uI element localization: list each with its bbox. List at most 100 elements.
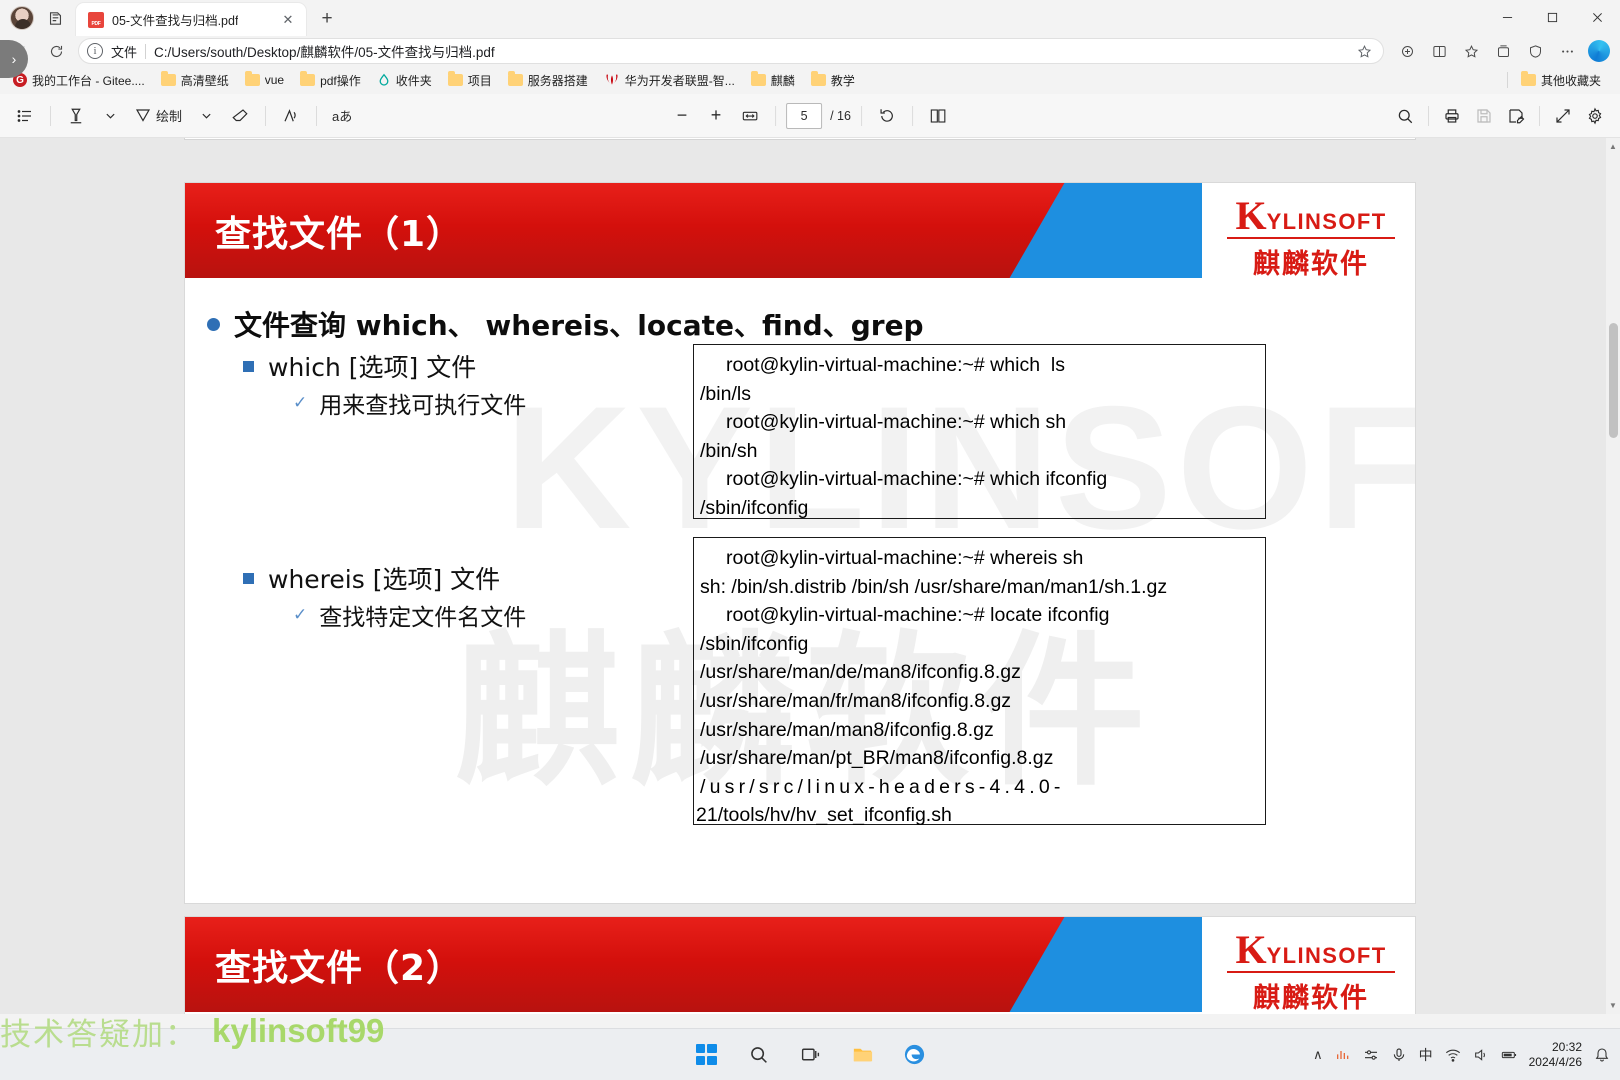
pdf-icon [88, 11, 104, 28]
settings-icon[interactable] [1580, 101, 1610, 131]
bookmark-item[interactable]: 收件夹 [370, 69, 439, 92]
file-explorer-button[interactable] [843, 1036, 881, 1074]
volume-icon[interactable] [1473, 1047, 1489, 1063]
page-number-input[interactable]: 5 [786, 102, 823, 129]
minimize-button[interactable] [1485, 0, 1530, 34]
task-view-button[interactable] [791, 1036, 829, 1074]
sound-mixer-icon[interactable] [1363, 1047, 1379, 1063]
chevron-down-icon[interactable] [95, 101, 125, 131]
terminal-line: 21/tools/hv/hv_set_ifconfig.sh [696, 804, 952, 827]
bullet-level2-which: which [选项] 文件 [243, 348, 476, 384]
bookmark-item[interactable]: 服务器搭建 [501, 69, 595, 92]
bookmark-item[interactable]: 教学 [804, 69, 862, 92]
slide-banner-next: 查找文件（2） K YLINSOFT 麒麟软件 [185, 917, 1415, 1012]
page-layout-icon[interactable] [923, 101, 953, 131]
scroll-down-arrow-icon[interactable]: ▼ [1608, 1001, 1618, 1010]
tab-actions-icon[interactable] [40, 3, 70, 33]
address-bar[interactable]: i 文件 C:/Users/south/Desktop/麒麟软件/05-文件查找… [78, 38, 1384, 64]
bookmark-item[interactable]: 项目 [441, 69, 499, 92]
bookmark-label: 其他收藏夹 [1540, 73, 1601, 88]
bookmark-label: 麒麟 [770, 73, 795, 88]
edge-browser-button[interactable] [895, 1036, 933, 1074]
start-button[interactable] [687, 1036, 725, 1074]
terminal-line: root@kylin-virtual-machine:~# which sh [726, 411, 1067, 434]
favorites-icon[interactable] [1456, 37, 1486, 65]
terminal-line: root@kylin-virtual-machine:~# whereis sh [726, 547, 1084, 569]
draw-button[interactable]: 绘制 [129, 101, 187, 131]
bullet-level2-whereis: whereis [选项] 文件 [243, 560, 500, 596]
rotate-icon[interactable] [872, 101, 902, 131]
folder-icon [507, 71, 523, 86]
bookmark-item[interactable]: vue [238, 70, 291, 90]
search-button[interactable] [739, 1036, 777, 1074]
scrollbar-thumb[interactable] [1609, 323, 1618, 438]
browser-essentials-icon[interactable] [1520, 37, 1550, 65]
info-icon[interactable]: i [87, 43, 103, 59]
translate-icon[interactable]: aあ [327, 101, 357, 131]
viewer-scrollbar[interactable]: ▲ ▼ [1606, 138, 1620, 1014]
bookmark-label: 项目 [467, 73, 492, 88]
tray-expand-icon[interactable]: ∧ [1313, 1047, 1323, 1063]
reload-button[interactable] [42, 37, 70, 65]
bookmarks-bar: G 我的工作台 - Gitee.... 高清壁纸 vue pdf操作 收件夹 项… [0, 66, 1620, 94]
zoom-out-button[interactable]: − [667, 101, 697, 131]
read-aloud-icon[interactable] [276, 101, 306, 131]
new-tab-button[interactable]: + [312, 4, 342, 34]
collections-icon[interactable] [1488, 37, 1518, 65]
zoom-in-button[interactable]: + [701, 101, 731, 131]
logo-wordmark: YLINSOFT [1266, 943, 1387, 968]
maximize-button[interactable] [1530, 0, 1575, 34]
bookmark-label: 教学 [830, 73, 855, 88]
bullet-square-icon [243, 360, 254, 372]
favorite-icon[interactable] [1353, 40, 1375, 62]
terminal-line: /usr/share/man/fr/man8/ifconfig.8.gz [700, 689, 1012, 712]
logo-chinese: 麒麟软件 [1253, 249, 1369, 278]
microphone-icon[interactable] [1391, 1047, 1407, 1063]
pdf-viewer[interactable]: 查找文件（1） K YLINSOFT 麒麟软件 KYLINSOFT 麒麟软件 文… [0, 138, 1620, 1014]
browser-tab[interactable]: 05-文件查找与归档.pdf ✕ [76, 3, 306, 36]
system-tray: ∧ 中 20:32 2024/4/26 [1313, 1040, 1610, 1070]
toc-icon[interactable] [10, 101, 40, 131]
slide-body: KYLINSOFT 麒麟软件 文件查询 which、 whereis、locat… [185, 278, 1415, 903]
bookmark-item[interactable]: pdf操作 [293, 69, 368, 92]
highlight-icon[interactable] [61, 101, 91, 131]
eraser-icon[interactable] [225, 101, 255, 131]
network-monitor-icon[interactable] [1335, 1047, 1351, 1063]
url-text[interactable]: C:/Users/south/Desktop/麒麟软件/05-文件查找与归档.p… [154, 41, 495, 61]
bookmark-item[interactable]: 华为开发者联盟-智... [597, 69, 742, 92]
more-options-icon[interactable] [1552, 37, 1582, 65]
pdf-page-5: 查找文件（1） K YLINSOFT 麒麟软件 KYLINSOFT 麒麟软件 文… [184, 182, 1416, 904]
avatar[interactable] [10, 6, 34, 30]
fit-page-icon[interactable] [735, 101, 765, 131]
copilot-icon[interactable] [1392, 37, 1422, 65]
taskbar-clock[interactable]: 20:32 2024/4/26 [1529, 1040, 1582, 1070]
battery-icon[interactable] [1501, 1047, 1517, 1063]
fullscreen-icon[interactable] [1548, 101, 1578, 131]
close-button[interactable] [1575, 0, 1620, 34]
chevron-down-icon[interactable] [191, 101, 221, 131]
terminal-line: /sbin/ifconfig [700, 632, 809, 655]
bullet-level2-text: which [选项] 文件 [268, 353, 477, 382]
other-favorites-button[interactable]: 其他收藏夹 [1514, 69, 1608, 92]
window-controls [1485, 0, 1620, 34]
scroll-up-arrow-icon[interactable]: ▲ [1608, 142, 1618, 151]
bookmark-item[interactable]: G 我的工作台 - Gitee.... [6, 69, 152, 92]
logo-letter-k: K [1235, 193, 1267, 238]
terminal-line: /bin/ls [700, 382, 751, 405]
divider [316, 105, 318, 126]
notifications-icon[interactable] [1594, 1047, 1610, 1063]
search-icon[interactable] [1390, 101, 1420, 131]
terminal-line: /usr/share/man/de/man8/ifconfig.8.gz [700, 661, 1021, 684]
edge-logo-icon[interactable] [1588, 40, 1610, 62]
ime-indicator[interactable]: 中 [1419, 1045, 1433, 1065]
divider [860, 105, 862, 126]
save-as-icon[interactable] [1501, 101, 1531, 131]
terminal-output-which: root@kylin-virtual-machine:~# which ls /… [693, 344, 1266, 519]
print-icon[interactable] [1437, 101, 1467, 131]
bookmark-item[interactable]: 麒麟 [744, 69, 802, 92]
wifi-icon[interactable] [1445, 1047, 1461, 1063]
bookmark-item[interactable]: 高清壁纸 [154, 69, 236, 92]
close-icon[interactable]: ✕ [278, 10, 298, 30]
split-screen-icon[interactable] [1424, 37, 1454, 65]
divider [775, 105, 777, 126]
